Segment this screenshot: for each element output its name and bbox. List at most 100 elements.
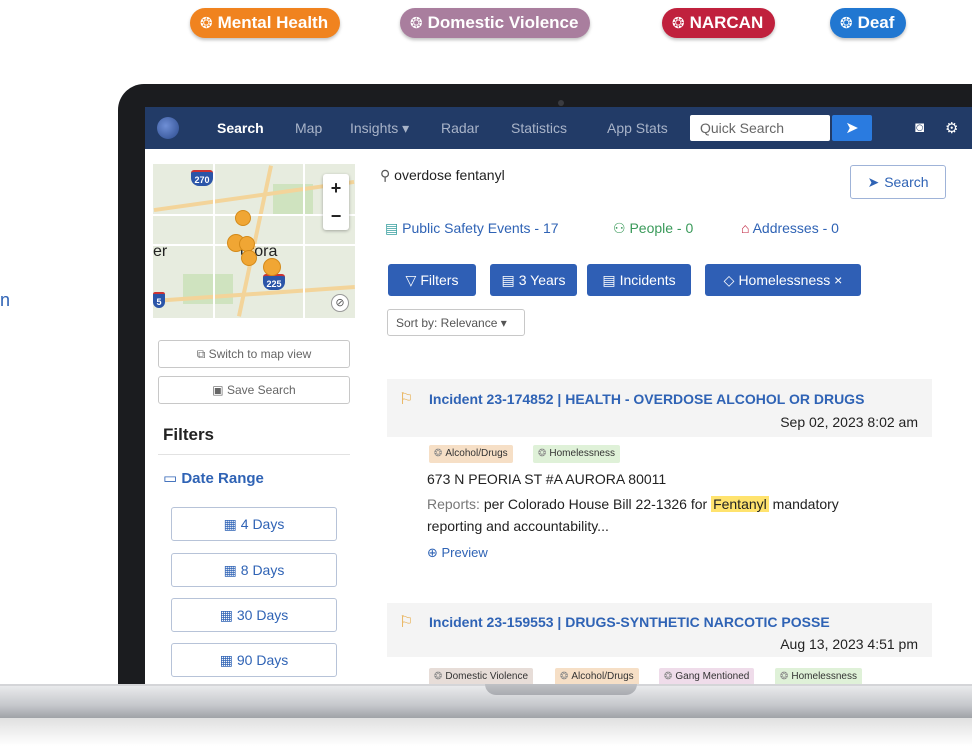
calendar-icon: ▦ xyxy=(219,607,237,623)
tab-addresses[interactable]: ⌂ Addresses - 0 xyxy=(741,220,839,236)
mini-map[interactable]: 270 225 5 er urora + − ⊘ xyxy=(153,164,355,318)
result-date: Aug 13, 2023 4:51 pm xyxy=(780,636,918,652)
laptop-shadow xyxy=(0,718,972,746)
tab-public-safety-events[interactable]: ▤ Public Safety Events - 17 xyxy=(385,220,559,237)
tag-icon: ❂ xyxy=(434,448,443,459)
badge-icon: ❂ xyxy=(672,15,685,32)
calendar-icon: ▦ xyxy=(219,652,237,668)
interstate-shield-icon: 270 xyxy=(191,170,213,186)
date-90-days-button[interactable]: ▦ 90 Days xyxy=(171,643,337,677)
nav-statistics[interactable]: Statistics xyxy=(511,120,567,136)
quick-search-input[interactable]: Quick Search xyxy=(690,115,830,141)
result-date: Sep 02, 2023 8:02 am xyxy=(780,414,918,430)
quick-search-button[interactable]: ➤ xyxy=(832,115,872,141)
chip-3-years[interactable]: ▤ 3 Years xyxy=(490,264,577,296)
top-navbar: Search Map Insights ▾ Radar Statistics A… xyxy=(145,107,972,149)
filter-icon: ▽ xyxy=(405,271,417,288)
result-report: Reports: per Colorado House Bill 22-1326… xyxy=(427,496,839,534)
home-icon: ⌂ xyxy=(741,220,753,236)
app-screen: Search Map Insights ▾ Radar Statistics A… xyxy=(145,107,972,684)
laptop-notch xyxy=(485,684,637,695)
filters-heading: Filters xyxy=(163,425,215,444)
result-tag: ❂ Alcohol/Drugs xyxy=(429,445,513,463)
calendar-icon: ▦ xyxy=(223,516,241,532)
tag-icon: ❂ xyxy=(538,448,547,459)
nav-radar[interactable]: Radar xyxy=(441,120,479,136)
badge-icon: ❂ xyxy=(840,15,853,32)
nav-insights[interactable]: Insights ▾ xyxy=(350,120,409,137)
gear-icon[interactable]: ⚙ xyxy=(945,119,958,137)
zoom-out-button[interactable]: − xyxy=(323,202,349,230)
tag-icon: ❂ xyxy=(560,671,569,682)
map-road xyxy=(303,164,305,318)
tag-icon: ◇ xyxy=(723,271,735,288)
tab-people[interactable]: ⚇ People - 0 xyxy=(613,220,693,237)
nav-map[interactable]: Map xyxy=(295,120,322,136)
divider xyxy=(158,454,350,455)
save-icon: ▣ xyxy=(212,383,227,397)
tag-pill-narcan[interactable]: ❂ NARCAN xyxy=(662,8,776,38)
result-title[interactable]: Incident 23-174852 | HEALTH - OVERDOSE A… xyxy=(429,391,864,407)
pin-icon: ⚐ xyxy=(399,614,414,631)
map-label: er xyxy=(153,243,168,260)
incident-cluster-marker[interactable] xyxy=(263,258,281,276)
main-search-input[interactable]: ⚲ overdose fentanyl xyxy=(380,167,505,184)
nav-app-stats[interactable]: App Stats xyxy=(607,120,668,136)
result-tag: ❂ Alcohol/Drugs xyxy=(555,668,639,684)
app-logo-icon[interactable] xyxy=(157,117,179,139)
badge-icon: ❂ xyxy=(200,15,213,32)
arrow-circle-icon: ⊕ xyxy=(427,545,442,560)
marketing-screenshot: ❂ Mental Health ❂ Domestic Violence ❂ NA… xyxy=(0,0,972,746)
result-address: 673 N PEORIA ST #A AURORA 80011 xyxy=(427,471,667,487)
result-tag: ❂ Domestic Violence xyxy=(429,668,534,684)
map-icon: ⧉ xyxy=(196,347,209,361)
nav-search[interactable]: Search xyxy=(217,120,264,136)
pin-icon: ⚐ xyxy=(399,391,414,408)
incident-cluster-marker[interactable] xyxy=(241,250,257,266)
people-icon: ⚇ xyxy=(613,220,630,236)
tag-icon: ❂ xyxy=(780,671,789,682)
calendar-icon: ▤ xyxy=(501,271,515,288)
locate-icon[interactable]: ⊘ xyxy=(331,294,349,312)
calendar-icon: ▦ xyxy=(223,562,241,578)
result-tag: ❂ Homelessness xyxy=(775,668,862,684)
calendar-icon: ▤ xyxy=(385,220,403,236)
switch-map-view-button[interactable]: ⧉ Switch to map view xyxy=(158,340,350,368)
tag-pill-mental-health[interactable]: ❂ Mental Health xyxy=(190,8,341,38)
result-title[interactable]: Incident 23-159553 | DRUGS-SYNTHETIC NAR… xyxy=(429,614,830,630)
tag-pill-domestic-violence[interactable]: ❂ Domestic Violence xyxy=(400,8,591,38)
incident-cluster-marker[interactable] xyxy=(235,210,251,226)
filters-chip[interactable]: ▽ Filters xyxy=(388,264,476,296)
chip-incidents[interactable]: ▤ Incidents xyxy=(587,264,691,296)
date-range-toggle[interactable]: ▭ Date Range xyxy=(163,469,264,487)
tag-icon: ❂ xyxy=(664,671,673,682)
calendar-icon: ▤ xyxy=(602,271,616,288)
save-search-button[interactable]: ▣ Save Search xyxy=(158,376,350,404)
calendar-icon: ▭ xyxy=(163,470,182,487)
search-icon: ⚲ xyxy=(380,167,395,183)
result-card-header[interactable]: ⚐ Incident 23-159553 | DRUGS-SYNTHETIC N… xyxy=(387,603,932,657)
date-8-days-button[interactable]: ▦ 8 Days xyxy=(171,553,337,587)
zoom-in-button[interactable]: + xyxy=(323,174,349,202)
date-4-days-button[interactable]: ▦ 4 Days xyxy=(171,507,337,541)
cropped-text-fragment: n xyxy=(0,290,11,310)
camera-icon xyxy=(558,100,564,106)
tag-icon: ❂ xyxy=(434,671,443,682)
sort-dropdown[interactable]: Sort by: Relevance ▾ xyxy=(387,309,525,336)
map-road xyxy=(213,164,215,318)
chip-homelessness[interactable]: ◇ Homelessness × xyxy=(705,264,861,296)
send-arrow-icon: ➤ xyxy=(867,173,880,190)
interstate-shield-icon: 225 xyxy=(263,274,285,290)
preview-link[interactable]: ⊕ Preview xyxy=(427,545,488,561)
tag-pill-row: ❂ Mental Health ❂ Domestic Violence ❂ NA… xyxy=(0,8,972,42)
map-zoom-control: + − xyxy=(323,174,349,230)
badge-icon: ❂ xyxy=(410,15,423,32)
interstate-shield-icon: 5 xyxy=(153,292,165,308)
user-card-icon[interactable]: ◙ xyxy=(915,119,924,136)
result-tag: ❂ Homelessness xyxy=(533,445,620,463)
result-card-header[interactable]: ⚐ Incident 23-174852 | HEALTH - OVERDOSE… xyxy=(387,379,932,437)
tag-pill-deaf[interactable]: ❂ Deaf xyxy=(830,8,907,38)
result-tag: ❂ Gang Mentioned xyxy=(659,668,755,684)
date-30-days-button[interactable]: ▦ 30 Days xyxy=(171,598,337,632)
search-button[interactable]: ➤ Search xyxy=(850,165,946,199)
